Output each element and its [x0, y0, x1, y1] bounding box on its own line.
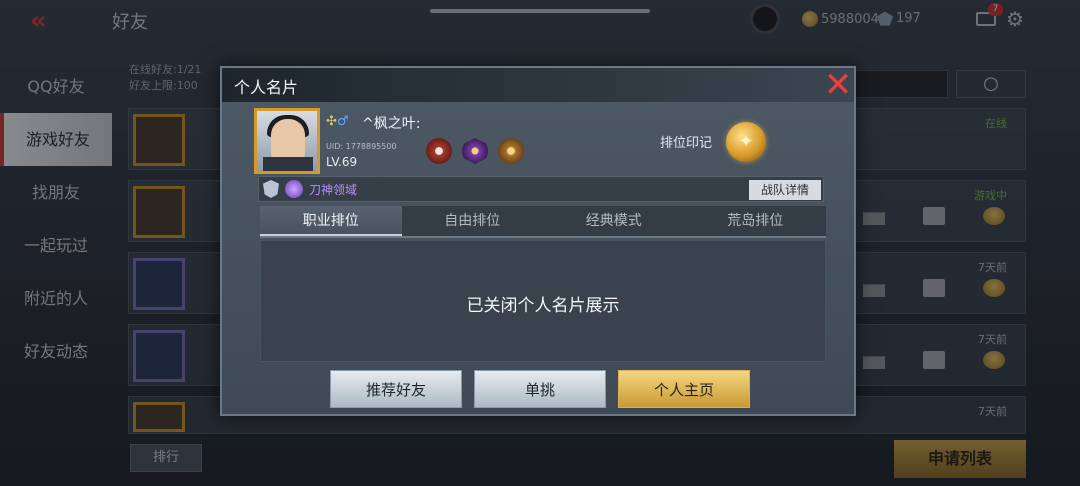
profile-hidden-message: 已关闭个人名片展示 [466, 296, 620, 316]
team-bar: 刀神领域 战队详情 [258, 176, 824, 202]
personal-homepage-button[interactable]: 个人主页 [618, 370, 750, 408]
tab-pro-ranked[interactable]: 职业排位 [260, 206, 402, 236]
player-uid: UID: 1778895500 [326, 142, 397, 151]
rank-mark-label: 排位印记 [660, 136, 713, 151]
duel-button[interactable]: 单挑 [474, 370, 606, 408]
team-detail-button[interactable]: 战队详情 [749, 180, 821, 200]
medal-icon[interactable] [498, 138, 524, 164]
avatar-shirt [263, 157, 313, 171]
medal-icon[interactable] [426, 138, 452, 164]
profile-avatar[interactable] [254, 108, 320, 174]
medal-icon[interactable] [462, 138, 488, 164]
tab-free-ranked[interactable]: 自由排位 [402, 206, 544, 236]
tab-island-ranked[interactable]: 荒岛排位 [685, 206, 827, 236]
team-badge-icon [263, 180, 279, 198]
tab-classic-mode[interactable]: 经典模式 [543, 206, 685, 236]
player-name: ^枫之叶: [362, 116, 421, 132]
tab-content-panel: 已关闭个人名片展示 [260, 240, 826, 362]
rank-tabs: 职业排位 自由排位 经典模式 荒岛排位 [260, 206, 826, 238]
team-name: 刀神领域 [309, 183, 358, 197]
male-icon: ♂ [336, 114, 349, 129]
modal-title: 个人名片 [234, 78, 299, 97]
modal-header: 个人名片 ✕ [222, 68, 854, 102]
rank-mark-icon[interactable]: ✦ [726, 122, 766, 162]
effect-icon: ✣ [326, 114, 337, 129]
profile-card-modal: 个人名片 ✕ ✣♂ ^枫之叶: UID: 1778895500 LV.69 排位… [220, 66, 856, 416]
gender-icons: ✣♂ [326, 114, 349, 129]
close-icon[interactable]: ✕ [822, 68, 854, 102]
recommend-friend-button[interactable]: 推荐好友 [330, 370, 462, 408]
team-emblem-icon [285, 180, 303, 198]
player-level: LV.69 [326, 155, 358, 169]
